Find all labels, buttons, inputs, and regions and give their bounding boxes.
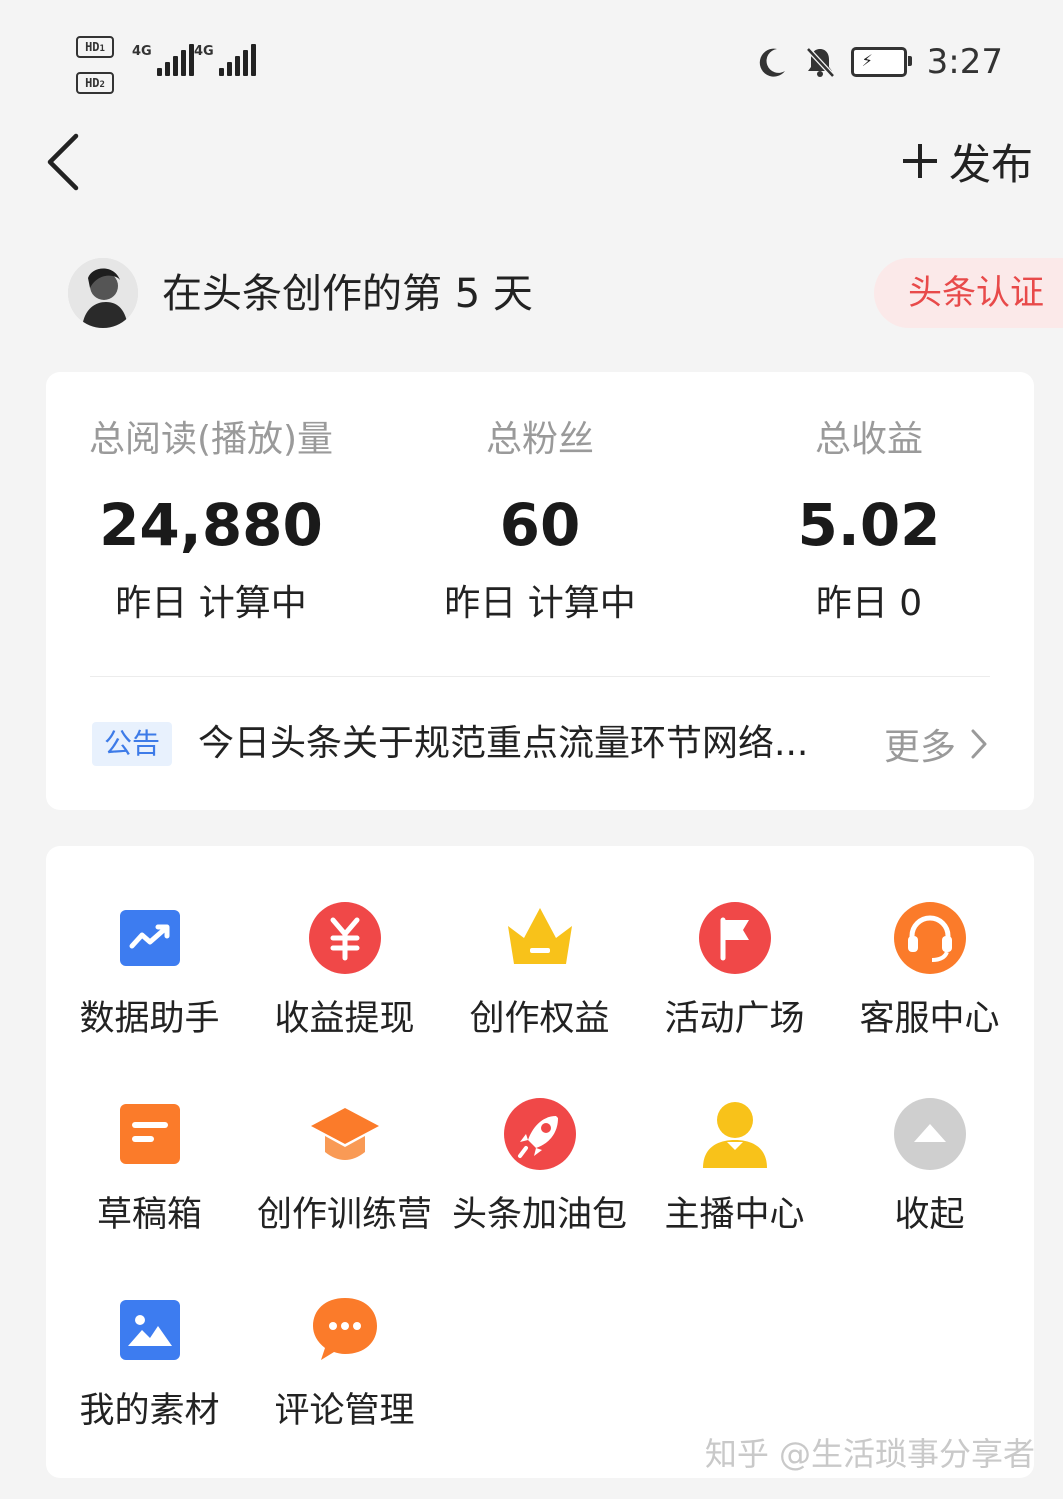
stat-sub: 昨日 计算中: [115, 583, 307, 624]
tool-income-withdraw[interactable]: 收益提现: [247, 902, 442, 1072]
draft-icon: [120, 1104, 180, 1164]
more-label: 更多: [883, 727, 956, 768]
tool-comment-management[interactable]: 评论管理: [247, 1294, 442, 1464]
stat-value: 5.02: [797, 491, 941, 559]
headset-icon: [894, 902, 966, 974]
hd-badge-sim1: HD1: [76, 36, 114, 58]
comment-icon: [313, 1298, 377, 1360]
tool-drafts[interactable]: 草稿箱: [52, 1098, 247, 1268]
stat-total-reads[interactable]: 总阅读(播放)量 24,880 昨日 计算中: [86, 372, 336, 672]
status-bar: HD1 HD2 4G 4G ⚡ 3:27: [0, 0, 1063, 110]
stat-value: 24,880: [99, 491, 323, 559]
tool-label: 头条加油包: [451, 1195, 627, 1235]
hd-badge-sim2: HD2: [76, 72, 114, 94]
signal-strength-sim1-icon: 4G: [132, 44, 194, 76]
collapse-up-icon: [894, 1098, 966, 1170]
publish-button[interactable]: 发布: [901, 128, 1033, 194]
flag-icon: [699, 902, 771, 974]
yuan-icon: [309, 902, 381, 974]
tool-creator-rights[interactable]: 创作权益: [442, 902, 637, 1072]
tool-customer-service[interactable]: 客服中心: [832, 902, 1027, 1072]
tool-training-camp[interactable]: 创作训练营: [247, 1098, 442, 1268]
verify-tag-button[interactable]: 头条认证: [874, 258, 1063, 328]
sim-indicators: HD1 HD2: [76, 36, 114, 108]
stat-label: 总粉丝: [485, 419, 594, 460]
tool-activity-plaza[interactable]: 活动广场: [637, 902, 832, 1072]
stat-label: 总收益: [814, 419, 923, 460]
bell-off-icon: [805, 47, 835, 78]
image-icon: [120, 1300, 180, 1360]
chevron-right-icon: [971, 729, 987, 759]
back-button[interactable]: [40, 130, 90, 194]
tool-label: 我的素材: [79, 1391, 220, 1431]
tool-my-materials[interactable]: 我的素材: [52, 1294, 247, 1464]
stat-total-fans[interactable]: 总粉丝 60 昨日 计算中: [415, 372, 665, 672]
user-icon: [703, 1102, 767, 1168]
tool-label: 收起: [894, 1195, 965, 1235]
stat-label: 总阅读(播放)量: [88, 419, 334, 460]
tool-label: 客服中心: [859, 999, 1000, 1039]
chart-trend-icon: [120, 910, 180, 966]
battery-charging-icon: ⚡: [850, 47, 912, 77]
stat-sub: 昨日 计算中: [444, 583, 636, 624]
tool-label: 评论管理: [274, 1391, 415, 1431]
avatar-image: [68, 258, 138, 328]
stats-card: 总阅读(播放)量 24,880 昨日 计算中 总粉丝 60 昨日 计算中 总收益…: [46, 372, 1034, 810]
signal-strength-sim2-icon: 4G: [194, 44, 256, 76]
more-link[interactable]: 更多: [884, 716, 988, 772]
status-right: ⚡ 3:27: [755, 40, 1003, 84]
tool-label: 草稿箱: [96, 1195, 202, 1235]
moon-icon: [759, 48, 785, 77]
tool-boost-pack[interactable]: 头条加油包: [442, 1098, 637, 1268]
watermark: 知乎 @生活琐事分享者: [704, 1435, 1035, 1473]
notice-text-link[interactable]: 今日头条关于规范重点流量环节网络...: [198, 716, 838, 772]
plus-icon: [902, 144, 937, 178]
notice-tag: 公告: [92, 722, 172, 766]
publish-label: 发布: [948, 139, 1033, 189]
divider: [90, 676, 990, 677]
stat-value: 60: [499, 491, 581, 559]
clock: 3:27: [926, 42, 1003, 82]
crown-icon: [508, 908, 572, 964]
stat-total-income[interactable]: 总收益 5.02 昨日 0: [744, 372, 994, 672]
creator-days-text: 在头条创作的第 5 天: [162, 271, 533, 317]
tool-data-assistant[interactable]: 数据助手: [52, 902, 247, 1072]
avatar[interactable]: [68, 258, 138, 328]
tool-label: 收益提现: [274, 999, 415, 1039]
tool-label: 创作权益: [469, 999, 610, 1039]
chevron-left-icon: [47, 133, 79, 191]
tool-label: 创作训练营: [256, 1195, 432, 1235]
stat-sub: 昨日 0: [815, 583, 923, 624]
tools-card: 数据助手 收益提现 创作权益 活动广场 客服中心 草稿箱 创作训练营 头条加油包…: [46, 846, 1034, 1478]
tool-label: 活动广场: [664, 999, 805, 1039]
graduation-cap-icon: [311, 1108, 379, 1160]
tool-label: 数据助手: [79, 999, 220, 1039]
rocket-icon: [504, 1098, 576, 1170]
tool-label: 主播中心: [664, 1195, 805, 1235]
tool-anchor-center[interactable]: 主播中心: [637, 1098, 832, 1268]
tool-collapse[interactable]: 收起: [832, 1098, 1027, 1268]
